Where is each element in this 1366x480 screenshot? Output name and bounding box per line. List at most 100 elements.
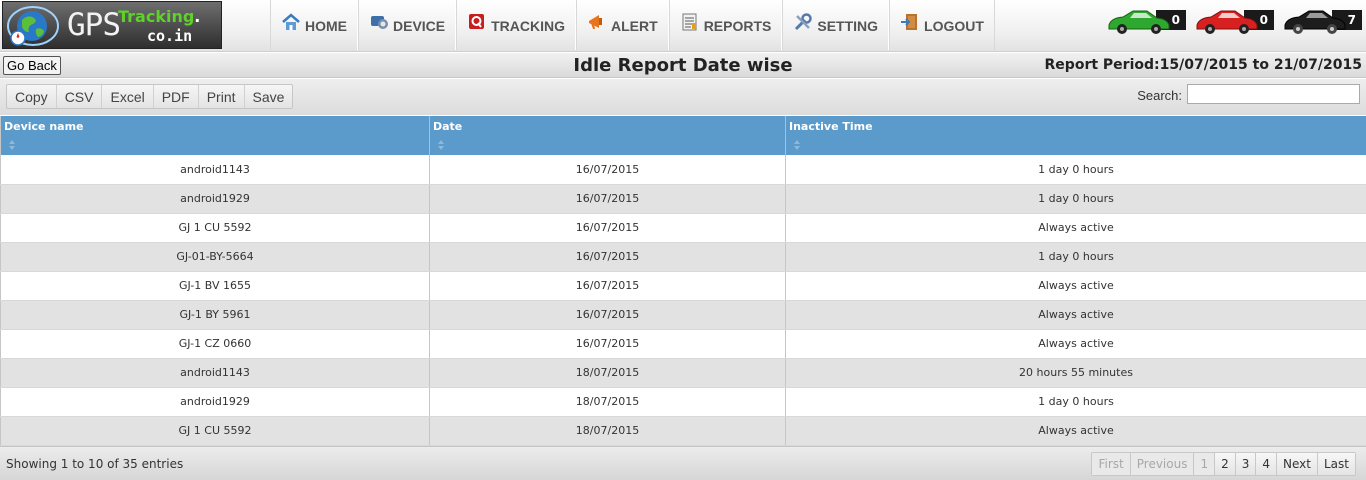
- inactive-time-cell: 1 day 0 hours: [785, 242, 1366, 272]
- nav-setting[interactable]: SETTING: [782, 0, 890, 50]
- table-header-row: Device name Date Inactive Time: [0, 116, 1366, 155]
- column-header-label: Inactive Time: [789, 120, 873, 133]
- inactive-time-cell: 1 day 0 hours: [785, 155, 1366, 185]
- setting-icon: [795, 13, 813, 31]
- logo-domain-text: co.in: [147, 27, 193, 45]
- green-car-icon: [1108, 10, 1170, 34]
- inactive-vehicles-counter[interactable]: 7: [1282, 5, 1364, 35]
- print-button[interactable]: Print: [199, 85, 245, 108]
- device-name-cell: GJ-1 BY 5961: [0, 300, 430, 330]
- table-row: GJ-01-BY-5664 16/07/2015 1 day 0 hours: [0, 242, 1366, 272]
- table-row: android1929 16/07/2015 1 day 0 hours: [0, 184, 1366, 214]
- date-cell: 18/07/2015: [429, 416, 786, 446]
- date-cell: 16/07/2015: [429, 242, 786, 272]
- nav-home[interactable]: HOME: [270, 0, 358, 50]
- globe-logo-icon: [7, 6, 59, 46]
- nav-device[interactable]: DEVICE: [358, 0, 457, 50]
- table-row: GJ 1 CU 5592 16/07/2015 Always active: [0, 213, 1366, 243]
- logout-icon: [901, 14, 918, 30]
- running-vehicles-counter[interactable]: 0: [1106, 5, 1188, 35]
- nav-reports[interactable]: REPORTS: [668, 0, 783, 50]
- nav-reports-label: REPORTS: [703, 18, 772, 34]
- date-cell: 16/07/2015: [429, 184, 786, 214]
- column-header-date[interactable]: Date: [429, 116, 786, 155]
- top-navigation-bar: GPS Tracking. co.in HOME DEVICE TRACKING: [0, 0, 1366, 52]
- column-header-label: Date: [433, 120, 463, 133]
- inactive-time-cell: Always active: [785, 213, 1366, 243]
- date-cell: 16/07/2015: [429, 271, 786, 301]
- export-button-group: Copy CSV Excel PDF Print Save: [6, 84, 294, 109]
- column-header-device-name[interactable]: Device name: [0, 116, 430, 155]
- search-input[interactable]: [1187, 84, 1360, 104]
- date-cell: 16/07/2015: [429, 300, 786, 330]
- excel-button[interactable]: Excel: [102, 85, 154, 108]
- go-back-button[interactable]: Go Back: [3, 56, 61, 75]
- inactive-time-cell: Always active: [785, 271, 1366, 301]
- previous-page-button: Previous: [1130, 453, 1195, 475]
- inactive-time-cell: 20 hours 55 minutes: [785, 358, 1366, 388]
- reports-icon: [682, 13, 697, 31]
- page-1-button: 1: [1194, 453, 1216, 475]
- inactive-time-cell: 1 day 0 hours: [785, 387, 1366, 417]
- pagination: First Previous 1 2 3 4 Next Last: [1091, 452, 1356, 476]
- date-cell: 16/07/2015: [429, 329, 786, 359]
- device-name-cell: android1143: [0, 358, 430, 388]
- nav-logout[interactable]: LOGOUT: [889, 0, 995, 50]
- device-name-cell: GJ-01-BY-5664: [0, 242, 430, 272]
- table-row: GJ 1 CU 5592 18/07/2015 Always active: [0, 416, 1366, 446]
- table-row: android1143 18/07/2015 20 hours 55 minutes: [0, 358, 1366, 388]
- sort-icon: [438, 140, 444, 150]
- idle-report-table: Device name Date Inactive Time android11…: [0, 116, 1366, 446]
- device-name-cell: android1929: [0, 387, 430, 417]
- date-cell: 16/07/2015: [429, 213, 786, 243]
- date-cell: 18/07/2015: [429, 387, 786, 417]
- nav-logout-label: LOGOUT: [924, 18, 984, 34]
- table-row: android1929 18/07/2015 1 day 0 hours: [0, 387, 1366, 417]
- sort-icon: [9, 140, 15, 150]
- date-cell: 18/07/2015: [429, 358, 786, 388]
- column-header-label: Device name: [4, 120, 84, 133]
- copy-button[interactable]: Copy: [7, 85, 57, 108]
- next-page-button[interactable]: Next: [1277, 453, 1318, 475]
- inactive-time-cell: Always active: [785, 329, 1366, 359]
- first-page-button: First: [1092, 453, 1131, 475]
- table-row: android1143 16/07/2015 1 day 0 hours: [0, 155, 1366, 185]
- search-label: Search:: [1137, 88, 1182, 103]
- inactive-time-cell: Always active: [785, 416, 1366, 446]
- inactive-time-cell: Always active: [785, 300, 1366, 330]
- table-toolbar: Copy CSV Excel PDF Print Save Search:: [0, 79, 1366, 115]
- nav-alert[interactable]: ALERT: [576, 0, 669, 50]
- stopped-vehicles-counter[interactable]: 0: [1194, 5, 1276, 35]
- table-body: android1143 16/07/2015 1 day 0 hours andro…: [0, 155, 1366, 446]
- device-name-cell: android1143: [0, 155, 430, 185]
- column-header-inactive-time[interactable]: Inactive Time: [785, 116, 1366, 155]
- device-icon: [371, 16, 388, 29]
- table-row: GJ-1 BY 5961 16/07/2015 Always active: [0, 300, 1366, 330]
- device-name-cell: GJ 1 CU 5592: [0, 416, 430, 446]
- red-car-icon: [1196, 10, 1258, 34]
- csv-button[interactable]: CSV: [57, 85, 103, 108]
- device-name-cell: GJ 1 CU 5592: [0, 213, 430, 243]
- page-3-button[interactable]: 3: [1235, 453, 1257, 475]
- main-nav: HOME DEVICE TRACKING ALERT REPORTS SETTI…: [270, 0, 995, 50]
- table-footer: Showing 1 to 10 of 35 entries First Prev…: [0, 446, 1366, 480]
- last-page-button[interactable]: Last: [1318, 453, 1355, 475]
- nav-tracking-label: TRACKING: [491, 18, 566, 34]
- tracking-icon: [469, 14, 485, 29]
- nav-device-label: DEVICE: [393, 18, 446, 34]
- nav-tracking[interactable]: TRACKING: [456, 0, 577, 50]
- pdf-button[interactable]: PDF: [154, 85, 199, 108]
- table-row: GJ-1 CZ 0660 16/07/2015 Always active: [0, 329, 1366, 359]
- save-button[interactable]: Save: [245, 85, 293, 108]
- sort-icon: [794, 140, 800, 150]
- gps-tracking-logo[interactable]: GPS Tracking. co.in: [2, 1, 222, 49]
- page-4-button[interactable]: 4: [1256, 453, 1278, 475]
- date-cell: 16/07/2015: [429, 155, 786, 185]
- report-period: Report Period:15/07/2015 to 21/07/2015: [1044, 57, 1362, 73]
- inactive-time-cell: 1 day 0 hours: [785, 184, 1366, 214]
- device-name-cell: GJ-1 BV 1655: [0, 271, 430, 301]
- page-2-button[interactable]: 2: [1215, 453, 1236, 475]
- logo-gps-text: GPS: [67, 7, 121, 43]
- vehicle-status-counters: 0 0 7: [1106, 5, 1364, 35]
- nav-alert-label: ALERT: [611, 18, 658, 34]
